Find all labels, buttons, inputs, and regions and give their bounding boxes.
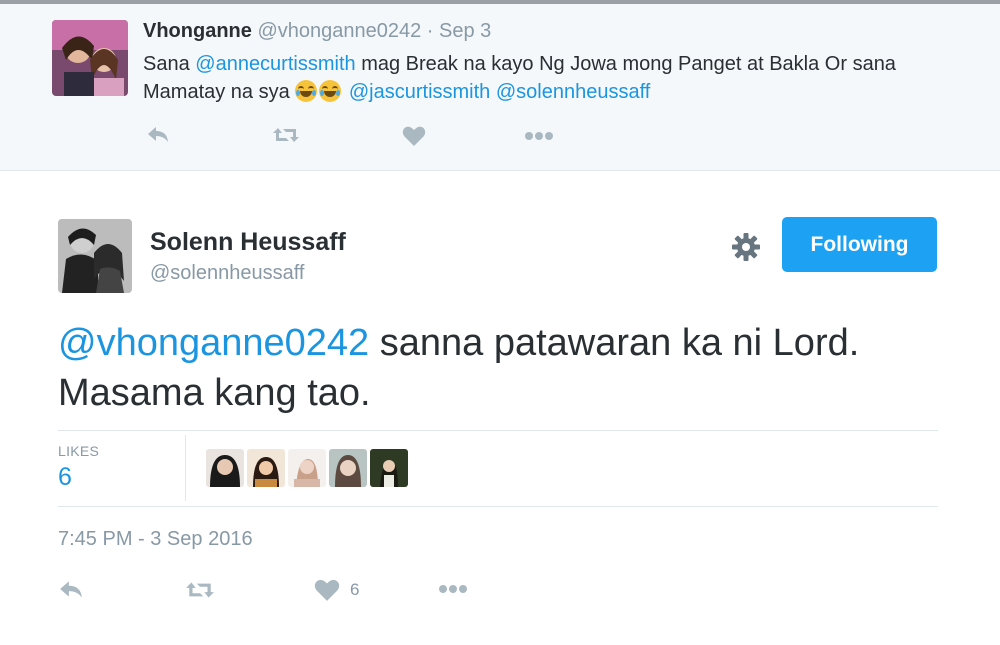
tweet-text: @vhonganne0242 sanna patawaran ka ni Lor… xyxy=(58,318,958,418)
likes-count[interactable]: 6 xyxy=(58,463,72,492)
retweet-icon xyxy=(186,582,214,598)
following-button[interactable]: Following xyxy=(782,217,937,272)
like-count: 6 xyxy=(350,580,360,599)
retweet-button[interactable] xyxy=(185,580,215,600)
liker-avatar[interactable] xyxy=(247,449,285,487)
tears-of-joy-emoji-icon xyxy=(295,80,318,102)
tweet-header: Vhonganne @vhonganne0242 · Sep 3 xyxy=(143,20,491,43)
tweet-timestamp[interactable]: 7:45 PM - 3 Sep 2016 xyxy=(58,528,253,551)
mention-link[interactable]: @solennheussaff xyxy=(496,81,650,103)
heart-icon xyxy=(314,579,340,601)
user-actions-gear-button[interactable] xyxy=(731,232,761,262)
avatar[interactable] xyxy=(52,20,128,96)
author-handle[interactable]: @vhonganne0242 xyxy=(257,20,421,42)
like-button[interactable] xyxy=(402,125,426,147)
reply-button[interactable] xyxy=(58,578,84,600)
liker-avatar[interactable] xyxy=(370,449,408,487)
liker-avatars xyxy=(206,449,411,487)
mention-link[interactable]: @vhonganne0242 xyxy=(58,322,369,364)
liker-avatar[interactable] xyxy=(329,449,367,487)
mention-link[interactable]: @jascurtissmith xyxy=(349,81,490,103)
stats-divider xyxy=(185,435,186,501)
avatar[interactable] xyxy=(58,219,132,293)
reply-icon xyxy=(148,127,168,142)
tears-of-joy-emoji-icon xyxy=(319,80,342,102)
tweet-stats: LIKES 6 xyxy=(58,430,938,507)
tweet-date[interactable]: Sep 3 xyxy=(439,20,491,42)
likes-label: LIKES xyxy=(58,443,100,459)
more-icon xyxy=(439,585,467,593)
reply-button[interactable] xyxy=(146,124,170,144)
liker-avatar[interactable] xyxy=(288,449,326,487)
retweet-icon xyxy=(273,128,299,142)
reply-icon xyxy=(60,581,82,598)
more-button[interactable] xyxy=(437,584,469,594)
more-icon xyxy=(525,132,553,140)
tweet-text-part: Sana xyxy=(143,53,196,75)
author-handle[interactable]: @solennheussaff xyxy=(150,262,304,285)
heart-icon xyxy=(402,126,426,146)
parent-tweet[interactable]: Vhonganne @vhonganne0242 · Sep 3 Sana @a… xyxy=(0,4,1000,171)
retweet-button[interactable] xyxy=(272,126,300,144)
author-name[interactable]: Solenn Heussaff xyxy=(150,228,346,257)
liker-avatar[interactable] xyxy=(206,449,244,487)
tweet-text: Sana @annecurtissmith mag Break na kayo … xyxy=(143,50,963,106)
gear-icon xyxy=(732,233,760,261)
more-button[interactable] xyxy=(524,131,554,141)
author-name[interactable]: Vhonganne xyxy=(143,20,252,42)
separator: · xyxy=(426,20,434,42)
like-button[interactable]: 6 xyxy=(314,578,359,602)
mention-link[interactable]: @annecurtissmith xyxy=(195,53,355,75)
